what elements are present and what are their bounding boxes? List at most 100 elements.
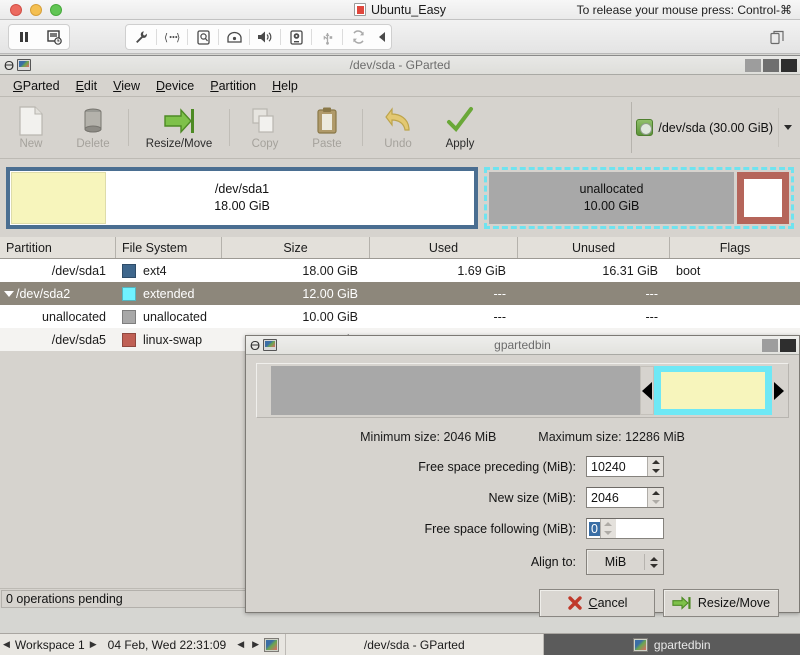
free-space-following-input[interactable]: 0 xyxy=(586,518,664,539)
settings-indicator[interactable] xyxy=(126,25,156,49)
column-header-partition[interactable]: Partition xyxy=(0,237,116,258)
triangle-right-icon xyxy=(774,381,784,400)
undo-arrow-icon xyxy=(385,106,410,131)
table-row[interactable]: unallocated unallocated 10.00 GiB --- --… xyxy=(0,305,800,328)
window-pager[interactable]: ◀ ▶ xyxy=(234,637,285,652)
resize-preview[interactable] xyxy=(256,363,789,418)
field-label: Free space following (MiB): xyxy=(424,521,576,536)
apply-label: Apply xyxy=(445,137,475,150)
spinner-buttons[interactable] xyxy=(647,457,663,476)
column-header-filesystem[interactable]: File System xyxy=(116,237,222,258)
workspace-prev-icon[interactable]: ◀ xyxy=(0,639,13,650)
menu-device[interactable]: Device xyxy=(149,76,201,96)
checkmark-icon xyxy=(447,106,473,132)
graphic-partition-unallocated[interactable]: unallocated 10.00 GiB xyxy=(489,172,734,224)
harddisk-indicator[interactable] xyxy=(188,25,218,49)
debian-swirl-icon: ϴ xyxy=(4,57,15,73)
pager-next-icon[interactable]: ▶ xyxy=(249,639,262,650)
spinner-up[interactable] xyxy=(648,457,663,467)
expander-triangle-icon[interactable] xyxy=(4,290,14,297)
apply-button[interactable]: Apply xyxy=(429,97,491,158)
free-space-preceding-input[interactable]: 10240 xyxy=(586,456,664,477)
webcam-indicator[interactable] xyxy=(281,25,311,49)
menu-edit[interactable]: Edit xyxy=(69,76,105,96)
pager-prev-icon[interactable]: ◀ xyxy=(234,639,247,650)
table-row[interactable]: /dev/sda2 extended 12.00 GiB --- --- xyxy=(0,282,800,305)
delete-partition-button[interactable]: Delete xyxy=(62,97,124,158)
spinner-down[interactable] xyxy=(648,498,663,508)
spinner-down[interactable] xyxy=(648,467,663,477)
network-indicator[interactable]: ⟨ ⟩ xyxy=(157,25,187,49)
new-size-input[interactable]: 2046 xyxy=(586,487,664,508)
shared-folders-indicator[interactable] xyxy=(343,25,373,49)
gparted-window-buttons[interactable] xyxy=(745,58,797,72)
column-header-flags[interactable]: Flags xyxy=(670,237,800,258)
resize-handle-left[interactable] xyxy=(640,366,654,415)
cell-filesystem-label: ext4 xyxy=(143,263,167,278)
graphic-partition-sda1[interactable]: /dev/sda1 18.00 GiB xyxy=(6,167,478,229)
undo-button[interactable]: Undo xyxy=(367,97,429,158)
copy-partition-button[interactable]: Copy xyxy=(234,97,296,158)
resize-handle-right[interactable] xyxy=(772,366,786,415)
usb-icon xyxy=(323,32,332,45)
menu-gparted[interactable]: GParted xyxy=(6,76,67,96)
field-align-to: Align to: MiB xyxy=(256,549,789,575)
paste-partition-button[interactable]: Paste xyxy=(296,97,358,158)
snapshot-button[interactable] xyxy=(39,25,69,49)
vm-right-group xyxy=(762,24,792,50)
pause-button[interactable] xyxy=(9,25,39,49)
filesystem-color-swatch xyxy=(122,286,136,301)
new-partition-button[interactable]: New xyxy=(0,97,62,158)
column-header-used[interactable]: Used xyxy=(370,237,518,258)
taskbar-item-gparted[interactable]: /dev/sda - GParted xyxy=(285,633,542,655)
snapshot-icon xyxy=(46,29,62,45)
spinner-up[interactable] xyxy=(648,488,663,498)
dialog-titlebar[interactable]: ϴ gpartedbin xyxy=(246,336,799,355)
field-label: New size (MiB): xyxy=(488,490,576,505)
collapse-toolbar[interactable] xyxy=(373,25,391,49)
field-value: 0 xyxy=(589,521,600,536)
align-to-select[interactable]: MiB xyxy=(586,549,664,575)
resize-move-button[interactable]: Resize/Move xyxy=(133,97,225,158)
menu-help[interactable]: Help xyxy=(265,76,305,96)
preview-selected-partition[interactable] xyxy=(654,366,772,415)
workspace-next-icon[interactable]: ▶ xyxy=(87,639,100,650)
dialog-minimize-button[interactable] xyxy=(762,338,778,352)
column-header-unused[interactable]: Unused xyxy=(518,237,670,258)
close-button[interactable] xyxy=(781,58,797,72)
cell-size: 10.00 GiB xyxy=(302,309,358,324)
taskbar-item-gpartedbin[interactable]: gpartedbin xyxy=(542,633,800,655)
device-selector[interactable]: /dev/sda (30.00 GiB) xyxy=(631,102,796,153)
cell-filesystem: unallocated xyxy=(116,305,222,328)
maximize-button[interactable] xyxy=(763,58,779,72)
usb-indicator[interactable] xyxy=(312,25,342,49)
workspace-label[interactable]: Workspace 1 xyxy=(13,638,87,652)
graphic-partition-extended[interactable]: unallocated 10.00 GiB xyxy=(484,167,794,229)
partition-table-header: Partition File System Size Used Unused F… xyxy=(0,237,800,259)
chevron-down-icon[interactable] xyxy=(784,125,792,130)
vm-window-title: Ubuntu_Easy xyxy=(370,2,447,17)
spinner-down[interactable] xyxy=(601,529,616,539)
confirm-resize-move-button[interactable]: Resize/Move xyxy=(663,589,779,617)
spinner-buttons[interactable] xyxy=(599,519,616,539)
filesystem-color-swatch xyxy=(122,309,136,324)
graphic-partition-sda5[interactable] xyxy=(737,172,789,224)
column-header-size[interactable]: Size xyxy=(222,237,370,258)
table-row[interactable]: /dev/sda1 ext4 18.00 GiB 1.69 GiB 16.31 … xyxy=(0,259,800,282)
menu-partition[interactable]: Partition xyxy=(203,76,263,96)
fullscreen-button[interactable] xyxy=(762,25,792,49)
gparted-toolbar: New Delete Resize/Move Copy Paste Undo A… xyxy=(0,97,800,159)
spinner-buttons[interactable] xyxy=(647,488,663,507)
dialog-window-buttons[interactable] xyxy=(762,338,796,352)
menu-view[interactable]: View xyxy=(106,76,147,96)
cancel-button[interactable]: Cancel xyxy=(539,589,655,617)
vm-app-icon xyxy=(353,3,366,16)
minimize-button[interactable] xyxy=(745,58,761,72)
combo-arrows[interactable] xyxy=(645,556,663,568)
window-thumbnail-icon[interactable] xyxy=(264,637,280,652)
optical-indicator[interactable] xyxy=(219,25,249,49)
spinner-up[interactable] xyxy=(601,519,616,529)
dialog-close-button[interactable] xyxy=(780,338,796,352)
gparted-titlebar[interactable]: ϴ /dev/sda - GParted xyxy=(0,56,800,75)
audio-indicator[interactable] xyxy=(250,25,280,49)
